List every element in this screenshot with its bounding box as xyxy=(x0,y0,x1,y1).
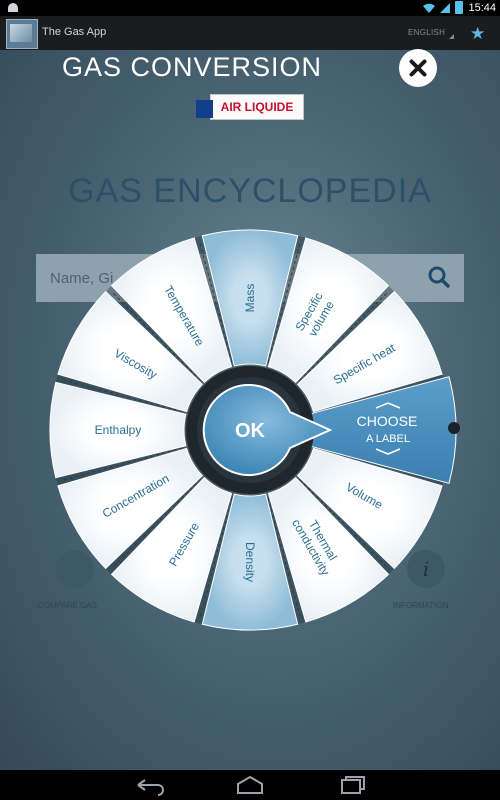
wifi-icon xyxy=(423,3,436,13)
navigation-bar xyxy=(0,770,500,800)
ok-label: OK xyxy=(235,420,266,442)
recent-apps-icon[interactable] xyxy=(332,774,372,796)
wheel-segment-label: Density xyxy=(243,542,257,582)
battery-icon xyxy=(455,1,464,14)
language-selector[interactable]: ENGLISH xyxy=(408,28,445,37)
status-time: 15:44 xyxy=(468,1,496,14)
dialog-title: GAS CONVERSION xyxy=(62,52,323,82)
home-icon[interactable] xyxy=(230,774,270,796)
star-icon[interactable]: ★ xyxy=(470,24,485,44)
app-logo[interactable] xyxy=(6,19,38,49)
app-title: The Gas App xyxy=(42,26,107,38)
choose-label-line2: A LABEL xyxy=(366,433,410,445)
brand-logo: AIR LIQUIDE xyxy=(196,94,306,122)
encyclopedia-title: GAS ENCYCLOPEDIA xyxy=(68,172,432,210)
conversion-wheel: Mass SpecificvolumeSpecific heatVolumeThe… xyxy=(49,229,460,631)
wheel-segment-label: Mass xyxy=(243,284,257,313)
action-bar: The Gas App ENGLISH ★ xyxy=(0,16,500,50)
close-icon xyxy=(409,59,427,77)
close-button[interactable] xyxy=(399,49,437,87)
wheel-handle[interactable] xyxy=(448,422,460,434)
language-dropdown-icon xyxy=(449,34,454,39)
wheel-segment-label: Enthalpy xyxy=(95,423,142,437)
brand-mark xyxy=(196,100,213,118)
signal-icon xyxy=(440,2,451,13)
android-icon xyxy=(8,3,18,12)
status-bar: 15:44 xyxy=(0,0,500,16)
choose-label-line1: CHOOSE xyxy=(357,413,418,429)
back-icon[interactable] xyxy=(130,774,170,796)
brand-text: AIR LIQUIDE xyxy=(220,100,294,114)
